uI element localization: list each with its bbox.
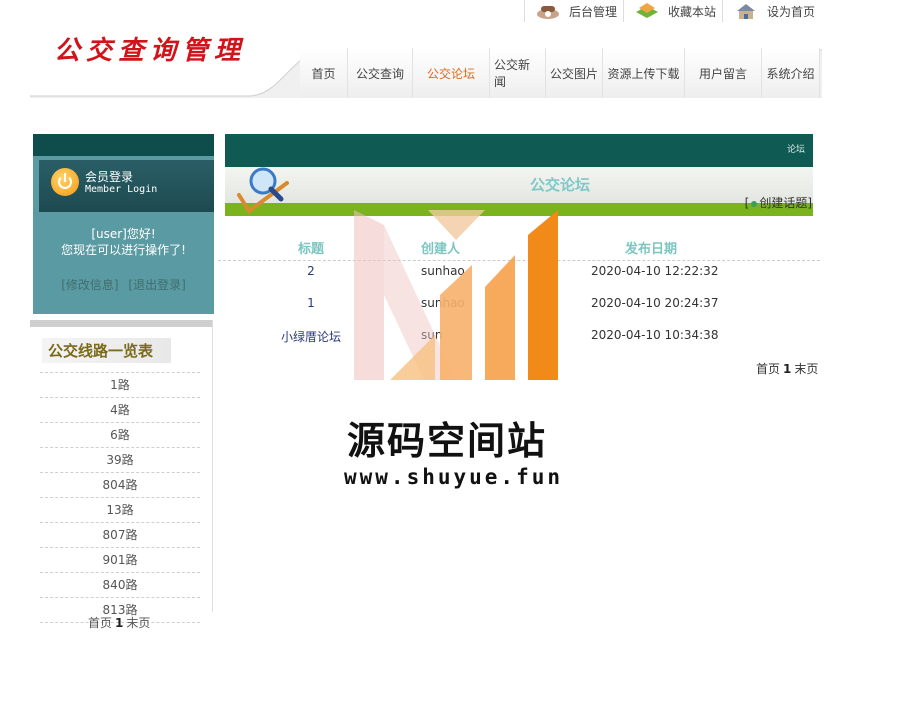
watermark-logo: [354, 210, 558, 380]
route-item[interactable]: 901路: [40, 548, 200, 573]
topic-date: 2020-04-10 12:22:32: [591, 264, 719, 278]
set-home-link[interactable]: 设为首页: [722, 0, 821, 22]
watermark-title: 源码空间站: [347, 419, 548, 463]
routes-pager-first[interactable]: 首页: [88, 616, 112, 630]
login-message: 您现在可以进行操作了!: [61, 243, 186, 257]
create-topic-label: 创建话题]: [759, 196, 812, 210]
forum-title: 公交论坛: [530, 176, 591, 194]
forum-pager: 首页 1 末页: [756, 360, 818, 377]
nav-home[interactable]: 首页: [300, 48, 348, 98]
forum-pager-first[interactable]: 首页: [756, 362, 780, 376]
nav-bus-query[interactable]: 公交查询: [348, 48, 413, 98]
topic-date: 2020-04-10 10:34:38: [591, 328, 719, 342]
route-item[interactable]: 39路: [40, 448, 200, 473]
nav-bus-news[interactable]: 公交新闻: [490, 48, 546, 98]
routes-pager-current: 1: [115, 616, 124, 630]
login-panel-header: [33, 134, 214, 156]
nav-bus-forum[interactable]: 公交论坛: [413, 48, 490, 98]
route-item[interactable]: 13路: [40, 498, 200, 523]
member-login-panel: 会员登录 Member Login [user]您好! 您现在可以进行操作了! …: [33, 134, 214, 314]
nav-bus-images[interactable]: 公交图片: [546, 48, 603, 98]
login-greeting: [user]您好!: [91, 227, 156, 241]
nav-user-messages[interactable]: 用户留言: [685, 48, 762, 98]
route-item[interactable]: 804路: [40, 473, 200, 498]
forum-title-band: [225, 167, 813, 203]
logout-link[interactable]: [退出登录]: [128, 278, 185, 292]
watermark-url: www.shuyue.fun: [344, 465, 564, 489]
bookmark-link-label: 收藏本站: [668, 4, 717, 19]
routes-panel-strip: [30, 320, 212, 327]
routes-title: 公交线路一览表: [42, 338, 172, 363]
forum-header: 论坛: [225, 134, 813, 167]
route-item[interactable]: 1路: [40, 372, 200, 398]
topic-date: 2020-04-10 20:24:37: [591, 296, 719, 310]
col-title: 标题: [298, 242, 325, 257]
route-item[interactable]: 840路: [40, 573, 200, 598]
login-actions: [修改信息] [退出登录]: [33, 276, 214, 293]
power-icon: [51, 168, 79, 196]
col-date: 发布日期: [625, 242, 678, 257]
route-item[interactable]: 807路: [40, 523, 200, 548]
forum-pager-last[interactable]: 末页: [794, 362, 818, 376]
nav-resource-upload[interactable]: 资源上传下载: [603, 48, 685, 98]
home-icon: [737, 4, 756, 19]
bullet-icon: [751, 201, 758, 207]
routes-list: 1路 4路 6路 39路 804路 13路 807路 901路 840路 813…: [40, 372, 200, 623]
top-links: 后台管理 收藏本站 设为首页: [524, 0, 821, 22]
main-nav: 首页 公交查询 公交论坛 公交新闻 公交图片 资源上传下载 用户留言 系统介绍: [300, 48, 820, 98]
set-home-link-label: 设为首页: [767, 4, 816, 19]
route-item[interactable]: 6路: [40, 423, 200, 448]
create-topic-link[interactable]: [ 创建话题]: [745, 194, 812, 211]
edit-info-link[interactable]: [修改信息]: [61, 278, 118, 292]
admin-phone-icon: [537, 6, 559, 19]
routes-pager: 首页 1 末页: [88, 614, 150, 631]
routes-pager-last[interactable]: 末页: [126, 616, 150, 630]
bookmark-link[interactable]: 收藏本站: [623, 0, 722, 22]
nav-system-intro[interactable]: 系统介绍: [762, 48, 820, 98]
bus-routes-panel: 公交线路一览表 1路 4路 6路 39路 804路 13路 807路 901路 …: [30, 320, 213, 623]
login-welcome: [user]您好! 您现在可以进行操作了!: [33, 226, 214, 258]
bookmark-icon: [636, 3, 659, 18]
login-title-bar: 会员登录 Member Login: [39, 160, 214, 212]
login-subtitle: Member Login: [85, 184, 158, 195]
create-topic-bracket: [: [744, 196, 750, 210]
route-item[interactable]: 4路: [40, 398, 200, 423]
forum-corner-label: 论坛: [786, 145, 805, 155]
forum-pager-current: 1: [783, 362, 792, 376]
admin-link[interactable]: 后台管理: [524, 0, 623, 22]
magnifier-pen-icon: [237, 167, 289, 214]
login-title: 会员登录: [85, 170, 134, 184]
admin-link-label: 后台管理: [569, 4, 618, 19]
